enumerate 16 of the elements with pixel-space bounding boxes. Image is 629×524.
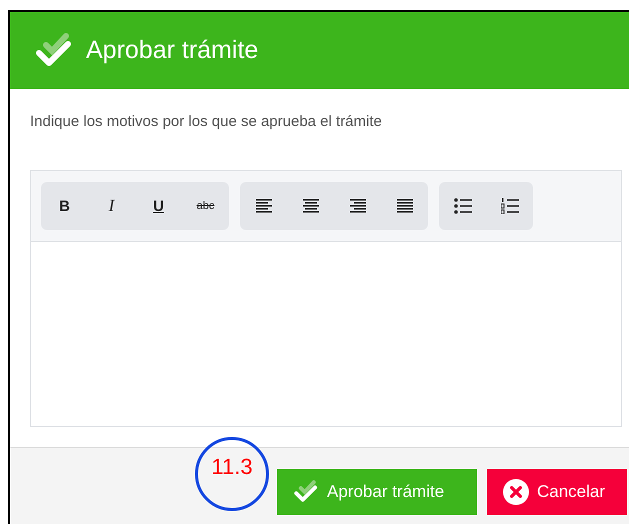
double-check-icon (293, 479, 319, 505)
italic-button[interactable]: I (88, 182, 135, 230)
annotation-circle: 11.3 (195, 437, 269, 511)
close-icon (503, 479, 529, 505)
justify-icon (396, 199, 412, 213)
cancel-button[interactable]: Cancelar (487, 469, 627, 515)
align-left-icon (256, 199, 272, 213)
dialog-title: Aprobar trámite (86, 36, 258, 65)
align-right-icon (350, 199, 366, 213)
numbered-list-icon (500, 198, 518, 214)
bold-button[interactable]: B (41, 182, 88, 230)
instruction-text: Indique los motivos por los que se aprueba el trámite (30, 113, 383, 130)
underline-button[interactable]: U (135, 182, 182, 230)
bullet-list-icon (454, 198, 472, 214)
strike-button[interactable]: abc (182, 182, 229, 230)
align-center-icon (302, 199, 318, 213)
